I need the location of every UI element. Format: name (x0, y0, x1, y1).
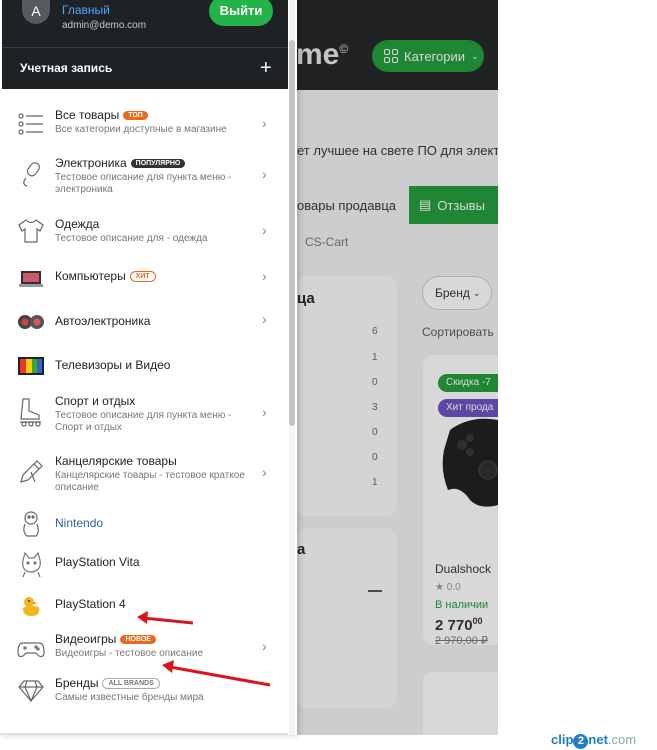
chevron-right-icon[interactable]: › (262, 268, 267, 284)
annotation-arrow-icon (162, 660, 271, 687)
menu-item-title: Видеоигры НОВОЕ (55, 632, 156, 646)
menu-item-electronics[interactable]: Электроника ПОПУЛЯРНО Тестовое описание д… (0, 152, 289, 200)
user-panel: A Главный admin@demo.com Выйти (2, 0, 288, 47)
menu-item-title: PlayStation Vita (55, 555, 140, 569)
avatar: A (22, 0, 50, 24)
menu-item-title: PlayStation 4 (55, 597, 126, 611)
microphone-icon (16, 160, 46, 188)
menu-item-clothing[interactable]: Одежда Тестовое описание для - одежда › (0, 210, 289, 252)
menu-item-desc: Видеоигры - тестовое описание (55, 648, 204, 659)
menu-item-all-products[interactable]: Все товары ТОП Все категории доступные в … (0, 105, 289, 145)
badge-top: ТОП (123, 111, 148, 120)
menu-item-tv-video[interactable]: Телевизоры и Видео (0, 348, 289, 384)
tshirt-icon (16, 217, 46, 245)
badge-hit: ХИТ (129, 271, 156, 282)
menu-item-auto-electronics[interactable]: Автоэлектроника › (0, 304, 289, 340)
menu-item-desc: Тестовое описание для пункта меню - Спор… (55, 410, 232, 433)
account-label: Учетная запись (20, 61, 113, 75)
badge-popular: ПОПУЛЯРНО (130, 159, 186, 168)
menu-item-desc: Тестовое описание для пункта меню - элек… (55, 172, 232, 195)
user-email: admin@demo.com (62, 20, 147, 31)
annotation-arrow-icon (137, 611, 194, 625)
menu-item-computers[interactable]: Компьютеры ХИТ › (0, 260, 289, 298)
duck-icon (16, 592, 46, 620)
menu-item-title: Бренды ALL BRANDS (55, 676, 160, 690)
account-section[interactable]: Учетная запись + (2, 47, 288, 89)
badge-new: НОВОЕ (120, 635, 156, 644)
menu-item-title: Компьютеры ХИТ (55, 269, 156, 283)
menu-item-title: Автоэлектроника (55, 314, 151, 328)
chevron-right-icon[interactable]: › (262, 166, 267, 182)
chevron-right-icon[interactable]: › (262, 311, 267, 327)
divider (0, 733, 288, 735)
menu-item-desc: Все категории доступные в магазине (55, 124, 227, 135)
menu-item-ps-vita[interactable]: PlayStation Vita (0, 545, 289, 581)
menu-item-title: Nintendo (55, 516, 104, 530)
chevron-right-icon[interactable]: › (262, 115, 267, 131)
plus-icon[interactable]: + (260, 58, 272, 78)
tv-icon (16, 352, 46, 380)
pencil-icon (16, 458, 46, 486)
badge-all-brands: ALL BRANDS (102, 678, 160, 689)
speakers-icon (16, 308, 46, 336)
watermark: clip 2 net.com (551, 732, 637, 749)
chevron-right-icon[interactable]: › (262, 404, 267, 420)
menu-item-title: Спорт и отдых (55, 394, 136, 408)
chevron-right-icon[interactable]: › (262, 464, 267, 480)
chevron-right-icon[interactable]: › (262, 638, 267, 654)
gamepad-icon (16, 635, 46, 663)
laptop-icon (16, 265, 46, 293)
list-icon (16, 110, 46, 138)
menu-item-title: Телевизоры и Видео (55, 358, 171, 372)
user-name-link[interactable]: Главный (62, 3, 110, 17)
menu-item-desc: Тестовое описание для - одежда (55, 233, 208, 244)
menu-item-desc: Самые известные бренды мира (55, 692, 204, 703)
menu-item-title: Одежда (55, 217, 100, 231)
menu-item-title: Канцелярские товары (55, 454, 177, 468)
menu-item-title: Электроника ПОПУЛЯРНО (55, 156, 186, 170)
chevron-right-icon[interactable]: › (262, 222, 267, 238)
menu-item-title: Все товары ТОП (55, 108, 148, 122)
nintendo-icon (16, 510, 46, 538)
scrollbar-thumb[interactable] (289, 40, 295, 426)
cat-icon (16, 550, 46, 578)
menu-item-stationery[interactable]: Канцелярские товары Канцелярские товары … (0, 450, 289, 498)
menu-item-sport[interactable]: Спорт и отдых Тестовое описание для пунк… (0, 390, 289, 438)
menu-item-desc: Канцелярские товары - тестовое краткое о… (55, 470, 245, 493)
logout-button[interactable]: Выйти (209, 0, 273, 26)
diamond-icon (16, 677, 46, 705)
skate-icon (16, 398, 46, 427)
menu-item-nintendo[interactable]: Nintendo (0, 508, 289, 540)
